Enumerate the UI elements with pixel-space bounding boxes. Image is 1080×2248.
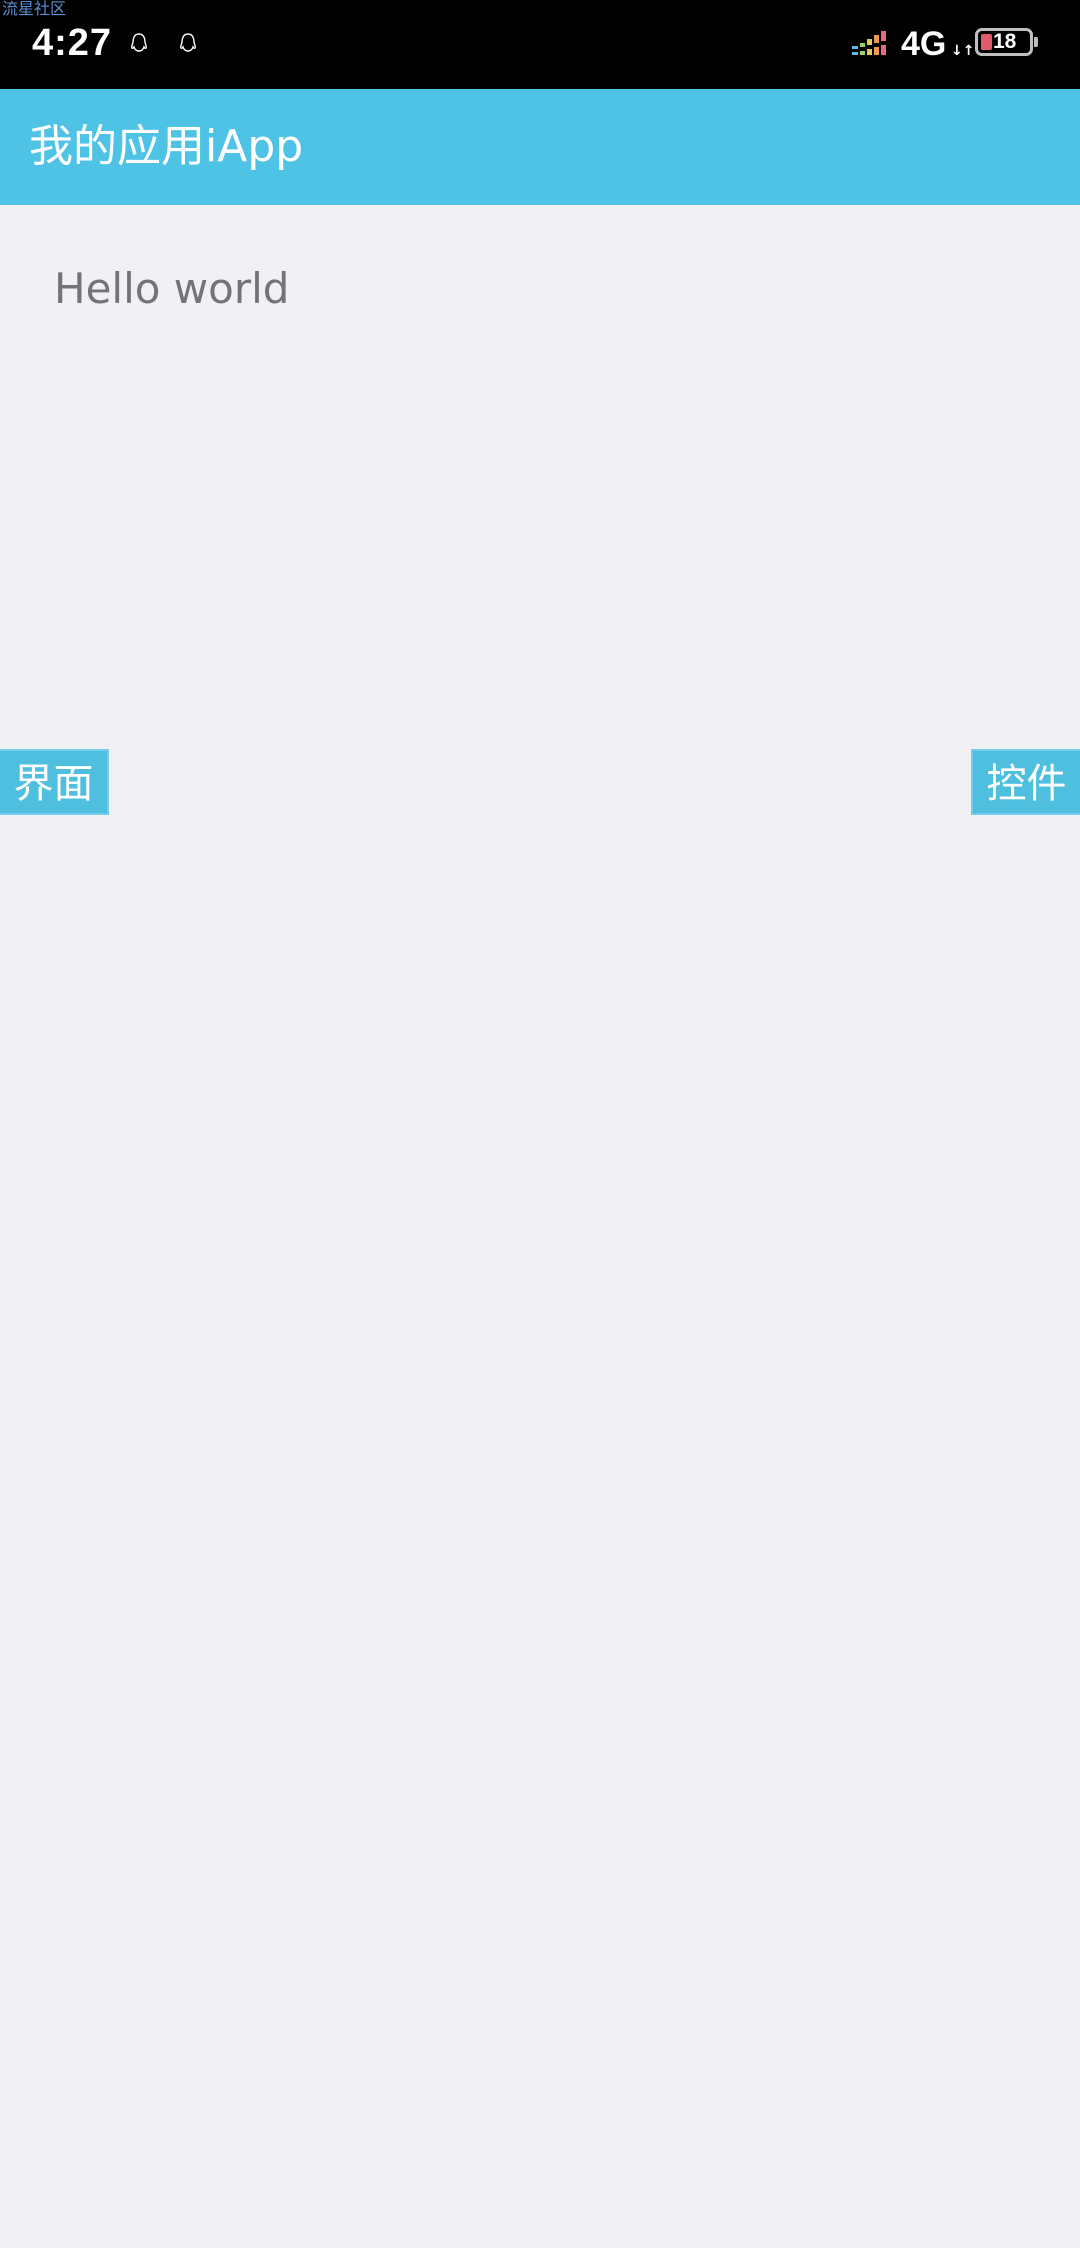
status-bar: 流星社区 4:27 4G ↓↑ 18: [0, 0, 1080, 89]
data-activity-icon: ↓↑: [951, 43, 975, 59]
hello-text: Hello world: [54, 264, 290, 313]
status-clock: 4:27: [32, 22, 113, 64]
qq-penguin-icon: [131, 33, 147, 52]
battery-level-text: 18: [993, 30, 1017, 53]
app-bar: 我的应用iApp: [0, 89, 1080, 205]
interface-button[interactable]: 界面: [0, 749, 109, 815]
app-title: 我的应用iApp: [29, 121, 304, 172]
overlay-watermark-label: 流星社区: [2, 0, 67, 18]
battery-cap: [1034, 37, 1038, 47]
battery-icon: 18: [975, 28, 1033, 56]
signal-strength-icon: [852, 31, 886, 55]
qq-penguin-icon: [180, 33, 196, 52]
network-type-label: 4G: [901, 25, 947, 63]
battery-level-fill: [981, 34, 992, 50]
controls-button[interactable]: 控件: [971, 749, 1080, 815]
